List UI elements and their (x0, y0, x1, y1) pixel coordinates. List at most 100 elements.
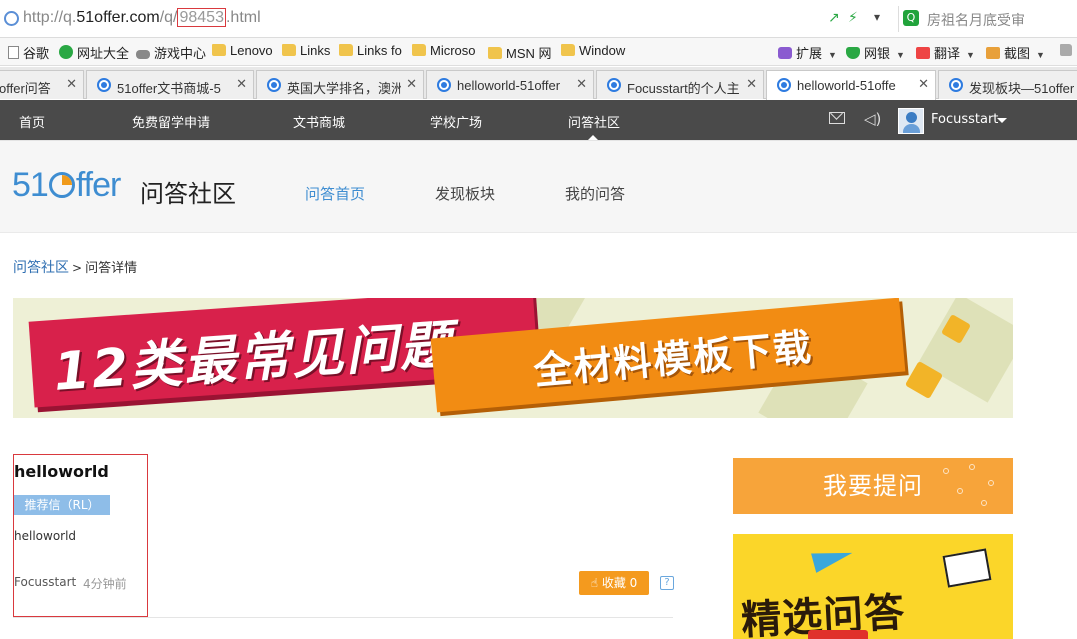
search-engine-icon[interactable]: Q (903, 10, 919, 26)
question-title[interactable]: helloworld (14, 462, 109, 481)
shield-icon (846, 47, 860, 59)
close-icon[interactable]: ✕ (918, 77, 929, 92)
tab-title: 51offer文书商城-5 (117, 81, 221, 96)
tab-favicon-icon (437, 78, 451, 92)
url-suffix: .html (225, 9, 261, 26)
tab-title: 英国大学排名，澳洲 (287, 81, 401, 96)
bookmark-label: 网址大全 (77, 46, 130, 61)
toolbar-bank[interactable]: 网银 ▼ (846, 43, 905, 61)
toolbar-screenshot[interactable]: 截图 ▼ (986, 43, 1045, 61)
lightning-icon[interactable]: ⚡ (848, 10, 858, 26)
translate-icon (916, 47, 930, 59)
logo-o-icon (48, 172, 75, 198)
question-time: 4分钟前 (83, 577, 127, 591)
favorite-label: 收藏 (601, 576, 626, 590)
toolbar-label: 翻译 (934, 46, 961, 61)
question-author[interactable]: Focusstart (14, 575, 76, 589)
bookmark-lenovo[interactable]: Lenovo (212, 43, 273, 61)
bookmark-label: Window (579, 43, 626, 58)
search-box[interactable]: Q 房祖名月底受审 (898, 6, 1077, 32)
share-icon[interactable]: ↗ (828, 10, 840, 26)
browser-tab[interactable]: 英国大学排名，澳洲 ✕ (256, 70, 424, 99)
folder-icon (488, 47, 502, 59)
tab-favicon-icon (267, 78, 281, 92)
address-bar[interactable]: http://q.51offer.com/q/98453 .html ↗ ⚡ ▾ … (0, 0, 1077, 38)
nav-item-schools[interactable]: 学校广场 (430, 112, 482, 131)
promo-banner[interactable]: 12类最常见问题 全材料模板下载 (13, 298, 1013, 418)
bookmark-wangzhi[interactable]: 网址大全 (59, 43, 129, 61)
browser-tab-active[interactable]: helloworld-51offe ✕ (766, 70, 936, 100)
bookmark-label: 谷歌 (23, 46, 50, 61)
chevron-down-icon[interactable]: ▾ (874, 10, 880, 24)
divider (13, 617, 673, 618)
url-path: /q/ (159, 9, 178, 26)
page-icon (8, 46, 19, 59)
close-icon[interactable]: ✕ (746, 77, 757, 92)
tab-title: helloworld-51offer (457, 78, 561, 93)
tab-title: 发现板块—51offer (969, 81, 1075, 96)
search-placeholder: 房祖名月底受审 (927, 13, 1025, 29)
browser-tab[interactable]: Focusstart的个人主 ✕ (596, 70, 764, 99)
breadcrumb-current: 问答详情 (85, 261, 138, 276)
toolbar-more[interactable] (1060, 43, 1076, 61)
bookmark-youxi[interactable]: 游戏中心 (136, 43, 206, 61)
globe-icon (4, 11, 19, 26)
chevron-down-icon: ▼ (828, 50, 837, 60)
browser-tab[interactable]: 发现板块—51offer (938, 70, 1077, 99)
tab-favicon-icon (949, 78, 963, 92)
chevron-down-icon: ▼ (966, 50, 975, 60)
featured-qa-banner[interactable]: 精选问答 (733, 534, 1013, 639)
bookmark-microso[interactable]: Microso (412, 43, 476, 61)
ask-question-button[interactable]: 我要提问 (733, 458, 1013, 514)
tab-favicon-icon (777, 78, 791, 92)
chevron-down-icon: ▼ (1036, 50, 1045, 60)
bookmark-label: Microso (430, 43, 476, 58)
network-dots-decoration (933, 462, 1003, 510)
bookmark-label: MSN 网 (506, 46, 552, 61)
toolbar-translate[interactable]: 翻译 ▼ (916, 43, 975, 61)
folder-icon (412, 44, 426, 56)
plus-circle-icon (59, 45, 73, 59)
nav-item-home[interactable]: 首页 (19, 112, 45, 131)
url-prefix: http://q. (23, 9, 77, 26)
nav-username[interactable]: Focusstart (931, 112, 998, 127)
favorite-count: 0 (629, 576, 638, 590)
speaker-icon[interactable]: ◁) (864, 110, 881, 128)
toolbar-extensions[interactable]: 扩展 ▼ (778, 43, 837, 61)
close-icon[interactable]: ✕ (66, 77, 77, 92)
close-icon[interactable]: ✕ (236, 77, 247, 92)
nav-item-qa[interactable]: 问答社区 (568, 112, 620, 131)
browser-tab[interactable]: helloworld-51offer ✕ (426, 70, 594, 99)
close-icon[interactable]: ✕ (576, 77, 587, 92)
browser-tab[interactable]: 51offer文书商城-5 ✕ (86, 70, 254, 99)
mail-icon[interactable] (829, 112, 845, 124)
bookmark-label: Links (300, 43, 331, 58)
tab-discover[interactable]: 发现板块 (435, 183, 495, 204)
nav-item-apply[interactable]: 免费留学申请 (132, 112, 210, 131)
paper-plane-icon (811, 543, 855, 573)
bookmark-linksfo[interactable]: Links fo (339, 43, 402, 61)
tab-my-qa[interactable]: 我的问答 (565, 183, 625, 204)
bookmark-guge[interactable]: 谷歌 (8, 43, 49, 61)
favorite-button[interactable]: ☝ 收藏 0 (579, 571, 649, 595)
folder-icon (282, 44, 296, 56)
bookmark-links[interactable]: Links (282, 43, 330, 61)
browser-tab[interactable]: offer问答 ✕ (0, 70, 84, 99)
help-icon[interactable]: ? (660, 576, 674, 590)
question-body: helloworld (14, 529, 77, 543)
chevron-down-icon[interactable] (997, 118, 1007, 123)
bookmark-window[interactable]: Window (561, 43, 625, 61)
tab-title: offer问答 (0, 81, 51, 96)
nav-item-store[interactable]: 文书商城 (293, 112, 345, 131)
toolbar-label: 网银 (864, 46, 891, 61)
question-tag[interactable]: 推荐信（RL） (14, 495, 110, 515)
tab-favicon-icon (607, 78, 621, 92)
tab-qa-home[interactable]: 问答首页 (305, 183, 365, 204)
url-text[interactable]: http://q.51offer.com/q/98453 .html (23, 8, 261, 27)
close-icon[interactable]: ✕ (406, 77, 417, 92)
breadcrumb-root[interactable]: 问答社区 (13, 260, 69, 276)
featured-subline-decoration (808, 630, 868, 639)
bookmark-msn[interactable]: MSN 网 (488, 43, 552, 61)
site-logo[interactable]: 51 ffer (12, 166, 121, 205)
avatar[interactable] (898, 108, 924, 134)
